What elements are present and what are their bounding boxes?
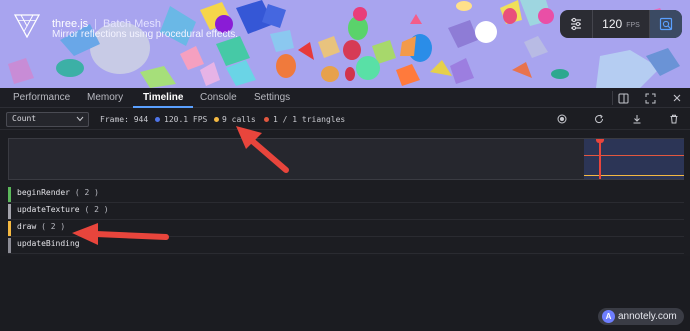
metric-select-value: Count (12, 114, 37, 123)
close-icon (673, 94, 681, 102)
refresh-button[interactable] (593, 113, 605, 125)
calls-dot (214, 117, 219, 122)
tab-settings[interactable]: Settings (254, 88, 290, 108)
download-icon (633, 115, 641, 124)
refresh-icon (595, 114, 604, 124)
tab-label: Memory (87, 92, 124, 103)
fps-value: 120 (602, 17, 623, 31)
timeline-toolbar: Count Frame: 944 120.1 FPS 9 calls 1 / 1… (0, 109, 690, 130)
fps-stat: 120.1 FPS (164, 115, 208, 124)
call-count: ( 2 ) (84, 205, 109, 214)
settings-sliders-icon (571, 17, 581, 31)
inspector-icon (659, 17, 673, 31)
chevron-down-icon (76, 116, 84, 122)
fps-counter: 120 FPS (592, 10, 650, 38)
timeline-empty-area (0, 256, 690, 331)
timeline-overview[interactable] (8, 138, 684, 180)
active-tab-indicator (133, 106, 194, 108)
triangles-stat: 1 / 1 triangles (273, 115, 346, 124)
call-count: ( 2 ) (74, 188, 99, 197)
row-text: draw ( 2 ) (17, 222, 65, 231)
playhead-handle[interactable] (596, 139, 604, 143)
annotely-logo-icon: A (602, 310, 615, 323)
example-description: Mirror reflections using procedural effe… (52, 29, 239, 40)
tab-label: Performance (13, 92, 71, 103)
timeline-row[interactable]: draw ( 2 ) (8, 220, 684, 237)
settings-sliders-button[interactable] (560, 10, 592, 38)
row-text: updateTexture ( 2 ) (17, 205, 109, 214)
inspector-toggle-button[interactable] (650, 10, 682, 38)
timeline-call-list: beginRender ( 2 ) updateTexture ( 2 ) dr… (8, 186, 684, 254)
call-name: draw (17, 222, 37, 231)
record-button[interactable] (556, 113, 568, 125)
row-text: updateBinding (17, 239, 80, 248)
dock-panel-button[interactable] (616, 91, 630, 105)
timeline-row[interactable]: updateBinding (8, 237, 684, 254)
frame-graph[interactable] (584, 139, 684, 179)
trash-icon (670, 114, 678, 124)
row-color-bar (8, 187, 11, 202)
tab-label: Console (200, 92, 237, 103)
row-color-bar (8, 221, 11, 236)
tab-label: Timeline (143, 92, 184, 103)
call-name: beginRender (17, 188, 70, 197)
timeline-row[interactable]: beginRender ( 2 ) (8, 186, 684, 203)
trash-button[interactable] (668, 113, 680, 125)
tab-timeline[interactable]: Timeline (133, 88, 194, 108)
dock-panel-icon (618, 93, 628, 103)
tab-console[interactable]: Console (200, 88, 237, 108)
row-color-bar (8, 238, 11, 253)
timeline-row[interactable]: updateTexture ( 2 ) (8, 203, 684, 220)
row-text: beginRender ( 2 ) (17, 188, 99, 197)
row-color-bar (8, 204, 11, 219)
threejs-logo (14, 14, 40, 38)
devtools-tab-bar: Performance Memory Timeline Console Sett… (0, 88, 690, 108)
record-icon (557, 114, 567, 124)
call-name: updateTexture (17, 205, 80, 214)
triangles-dot (264, 117, 269, 122)
call-count: ( 2 ) (41, 222, 66, 231)
calls-stat: 9 calls (222, 115, 256, 124)
tab-label: Settings (254, 92, 291, 103)
fullscreen-icon (645, 93, 655, 103)
performance-hud: 120 FPS (560, 10, 682, 38)
frame-counter: Frame: 944 (100, 115, 149, 124)
fps-unit: FPS (626, 22, 640, 29)
watermark-text: annotely.com (618, 311, 677, 322)
fps-dot (155, 117, 160, 122)
webgl-scene-canvas[interactable]: three.js | Batch Mesh Mirror reflections u… (0, 0, 690, 88)
call-name: updateBinding (17, 239, 80, 248)
tab-divider (612, 91, 613, 105)
playhead[interactable] (599, 139, 601, 179)
metric-select[interactable]: Count (6, 112, 89, 127)
close-panel-button[interactable] (670, 91, 684, 105)
tab-memory[interactable]: Memory (87, 88, 123, 108)
row-divider (8, 253, 684, 254)
tab-performance[interactable]: Performance (13, 88, 70, 108)
fullscreen-button[interactable] (643, 91, 657, 105)
annotely-watermark: A annotely.com (598, 308, 684, 325)
download-button[interactable] (631, 113, 643, 125)
